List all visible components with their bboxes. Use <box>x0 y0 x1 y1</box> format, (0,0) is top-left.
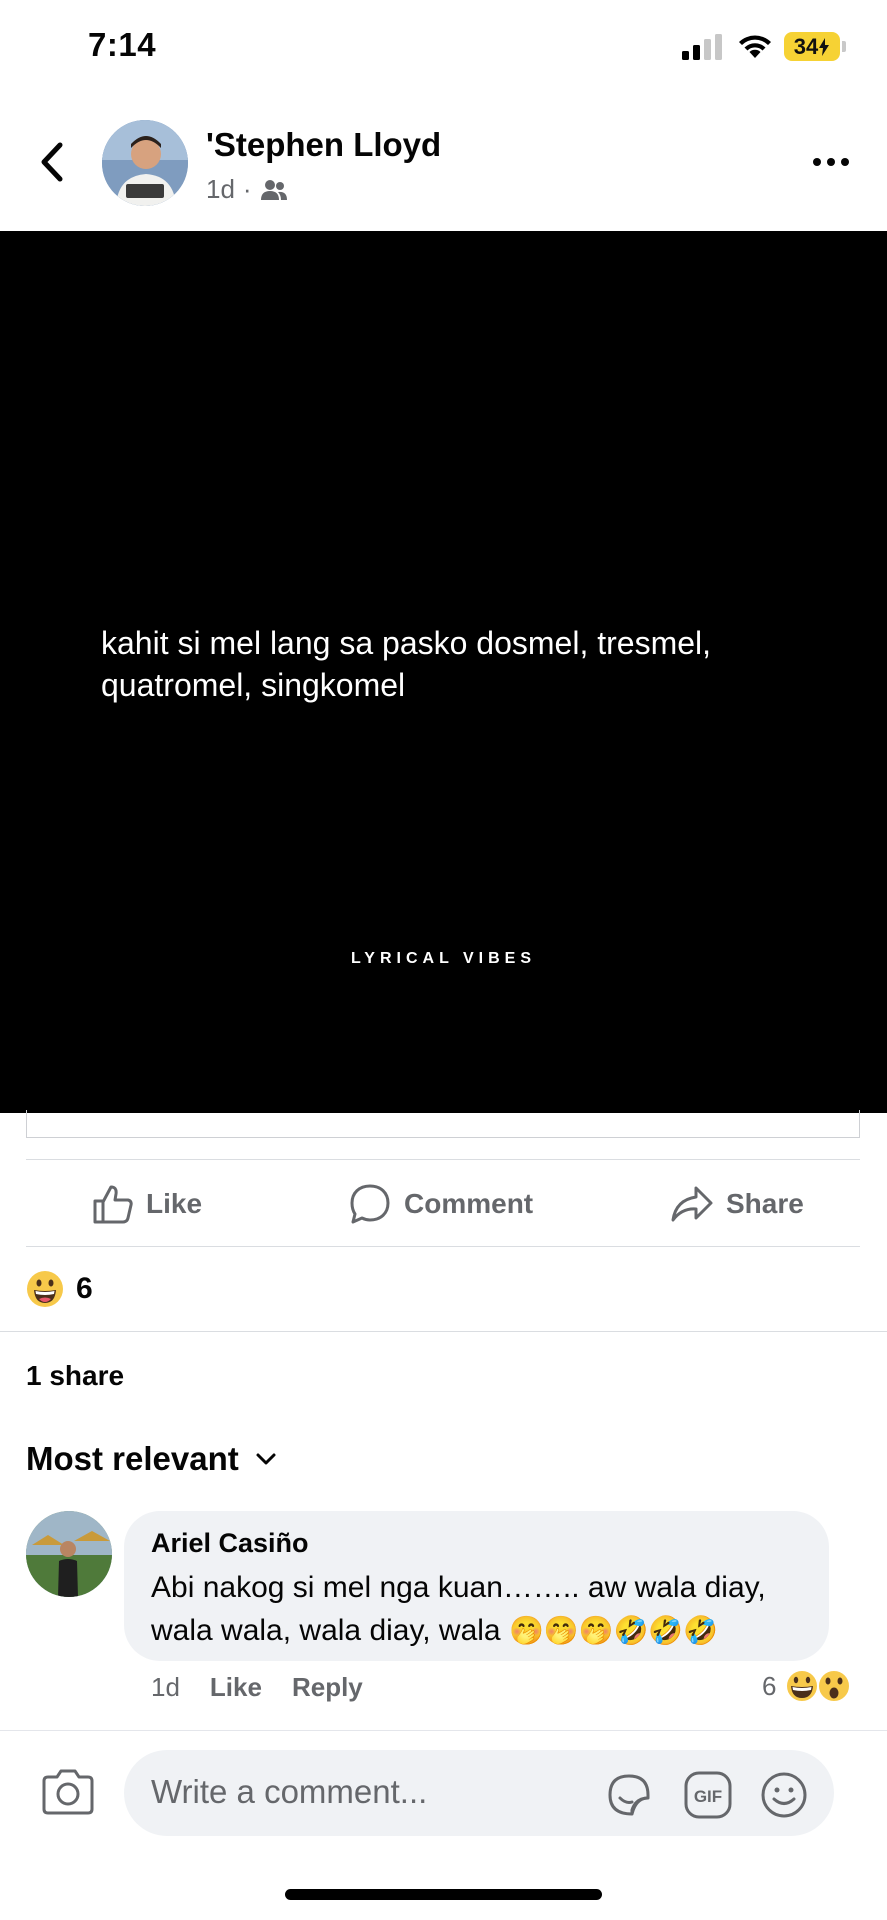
commenter-photo <box>26 1511 112 1597</box>
author-photo <box>102 120 188 206</box>
comment-input-placeholder: Write a comment... <box>151 1773 428 1810</box>
grinning-and-surprised-face-icons <box>785 1669 852 1703</box>
more-dot <box>813 158 821 166</box>
gif-icon[interactable]: GIF <box>681 1768 735 1822</box>
comment-text-line: Abi nakog si mel nga kuan…….. aw wala di… <box>151 1571 766 1604</box>
cellular-signal-icon <box>682 34 722 60</box>
svg-text:GIF: GIF <box>694 1787 722 1806</box>
image-watermark: LYRICAL VIBES <box>350 950 537 967</box>
post-author-name[interactable]: 'Stephen Lloyd <box>206 126 441 164</box>
status-time: 7:14 <box>88 26 157 63</box>
comment-button[interactable]: Comment <box>348 1178 533 1230</box>
post-time: 1d <box>206 174 235 204</box>
wifi-icon <box>739 35 771 58</box>
more-dot <box>841 158 849 166</box>
comment-reaction-count: 6 <box>762 1670 777 1701</box>
chevron-down-icon <box>256 1453 276 1465</box>
post-meta: 1d · <box>206 174 288 205</box>
comment-text: Abi nakog si mel nga kuan…….. aw wala di… <box>151 1566 811 1652</box>
more-options-button[interactable] <box>808 150 854 174</box>
chevron-left-icon <box>41 142 63 182</box>
comment-sort-dropdown[interactable]: Most relevant <box>26 1440 277 1478</box>
comment-reply-button[interactable]: Reply <box>292 1672 363 1703</box>
battery-tip <box>842 41 846 52</box>
comment-like-button[interactable]: Like <box>210 1672 262 1703</box>
home-indicator <box>285 1889 602 1900</box>
comment-reactions[interactable]: 6 <box>762 1668 852 1704</box>
post-image-text: kahit si mel lang sa pasko dosmel, tresm… <box>101 625 712 703</box>
reaction-count: 6 <box>76 1272 93 1305</box>
comment-text-line: wala wala, wala diay, wala 🤭🤭🤭🤣🤣🤣 <box>151 1609 811 1652</box>
share-arrow-icon <box>671 1186 713 1222</box>
emoji-icon[interactable] <box>757 1768 811 1822</box>
author-avatar[interactable] <box>102 120 188 206</box>
back-button[interactable] <box>30 140 74 184</box>
charging-bolt-icon <box>819 37 830 56</box>
reaction-summary[interactable]: 6 <box>26 1270 93 1308</box>
image-frame-border <box>26 1110 860 1138</box>
grinning-face-icon <box>27 1271 63 1307</box>
comment-icon <box>350 1184 390 1224</box>
friends-icon <box>260 179 287 200</box>
battery-indicator: 34 <box>784 32 840 61</box>
more-dot <box>827 158 835 166</box>
sticker-icon[interactable] <box>602 1768 656 1822</box>
divider <box>26 1159 860 1160</box>
comment-meta: 1d Like Reply <box>151 1672 363 1703</box>
like-button[interactable]: Like <box>92 1178 202 1230</box>
like-label: Like <box>146 1188 203 1219</box>
camera-icon[interactable] <box>38 1763 98 1823</box>
share-count[interactable]: 1 share <box>26 1360 124 1392</box>
share-label: Share <box>726 1188 804 1219</box>
sort-label: Most relevant <box>26 1440 239 1477</box>
divider <box>0 1331 887 1332</box>
comment-time: 1d <box>151 1672 180 1702</box>
comment-emojis: 🤭🤭🤭🤣🤣🤣 <box>508 1615 719 1646</box>
commenter-name[interactable]: Ariel Casiño <box>151 1528 309 1559</box>
comment-label: Comment <box>404 1188 534 1219</box>
commenter-avatar[interactable] <box>26 1511 112 1597</box>
meta-separator: · <box>242 174 252 204</box>
share-button[interactable]: Share <box>670 1178 804 1230</box>
battery-level: 34 <box>793 33 819 59</box>
divider <box>26 1246 860 1247</box>
thumbs-up-icon <box>93 1185 133 1224</box>
comment-text-line-2: wala wala, wala diay, wala <box>151 1614 501 1647</box>
